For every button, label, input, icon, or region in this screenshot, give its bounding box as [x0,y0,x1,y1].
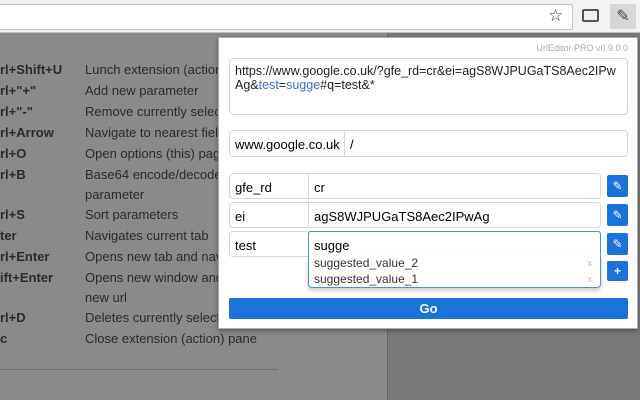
shortcut-desc-text: Close extension (action) pane [85,331,257,346]
shortcut-key: rl+B [0,167,26,182]
divider [0,369,278,370]
pencil-icon: ✎ [612,208,623,222]
param-value-input[interactable]: cr [309,174,600,198]
shortcut-desc-text: Sort parameters [85,207,179,222]
shortcut-key: rl+Shift+U [0,62,63,77]
param-row: ei agS8WJPUGaTS8Aec2IPwAg [229,202,601,228]
host-path-row: www.google.co.uk / [229,130,628,157]
shortcut-desc-text: new url [85,290,127,305]
shortcut-key: rl+"+" [0,83,37,98]
edit-param-button[interactable]: ✎ [607,204,628,226]
cast-icon[interactable] [582,9,599,22]
shortcut-key: c [0,331,8,346]
param-name-input[interactable]: test [230,232,309,256]
suggestion-label: suggested_value_1 [314,272,419,286]
param-value-input[interactable]: agS8WJPUGaTS8Aec2IPwAg [309,203,600,227]
suggestions-dropdown: suggested_value_2 x suggested_value_1 x [308,255,601,288]
param-name-input[interactable]: ei [230,203,309,227]
edit-param-button[interactable]: ✎ [607,233,628,255]
shortcut-key: ift+Enter [0,270,54,285]
shortcut-desc-text: parameter [85,187,145,202]
go-button[interactable]: Go [229,298,628,319]
pencil-icon: ✎ [612,179,623,193]
remove-suggestion-icon[interactable]: x [588,255,593,271]
shortcut-desc-text: Navigates current tab [85,228,209,243]
shortcut-desc-text: Add new parameter [85,83,199,98]
suggestion-item[interactable]: suggested_value_1 x [309,271,600,287]
bookmark-star-icon[interactable]: ☆ [548,6,563,26]
shortcut-key: ter [0,228,17,243]
url-highlight-value: sugge [286,78,321,92]
shortcut-key: rl+"-" [0,104,33,119]
param-row: test sugge [229,231,601,257]
pencil-icon: ✎ [612,237,623,251]
path-input[interactable]: / [345,131,359,156]
version-label: UrlEditor PRO v0.9.0.0 [536,43,628,53]
address-bar[interactable] [0,4,573,30]
shortcut-desc-text: Navigate to nearest field [85,125,226,140]
param-row: gfe_rd cr [229,173,601,199]
url-text-tail: #q=test&* [320,78,375,92]
remove-suggestion-icon[interactable]: x [588,271,593,287]
url-editor-extension-icon[interactable]: ✎ [610,4,636,29]
shortcut-key: rl+O [0,146,27,161]
shortcut-key: rl+S [0,207,25,222]
shortcut-desc-text: Open options (this) page [85,146,228,161]
shortcut-key: rl+D [0,310,26,325]
param-value-input[interactable]: sugge [308,231,601,257]
browser-toolbar: ☆ ✎ [0,0,640,33]
suggestion-item[interactable]: suggested_value_2 x [309,255,600,271]
url-highlight-name: test [258,78,279,92]
host-input[interactable]: www.google.co.uk [230,131,345,156]
edit-param-button[interactable]: ✎ [607,175,628,197]
url-editor-popup: UrlEditor PRO v0.9.0.0 https://www.googl… [218,37,638,329]
shortcut-desc-text: Base64 encode/decode [85,167,222,182]
param-name-input[interactable]: gfe_rd [230,174,309,198]
full-url-textarea[interactable]: https://www.google.co.uk/?gfe_rd=cr&ei=a… [229,58,628,115]
url-eq: = [278,78,287,92]
add-param-button[interactable]: + [607,261,628,281]
shortcut-desc-text: Deletes currently selected [85,310,235,325]
shortcut-key: rl+Enter [0,249,50,264]
shortcut-key: rl+Arrow [0,125,54,140]
shortcut-description: Close extension (action) pane [85,329,385,349]
suggestion-label: suggested_value_2 [314,256,419,270]
